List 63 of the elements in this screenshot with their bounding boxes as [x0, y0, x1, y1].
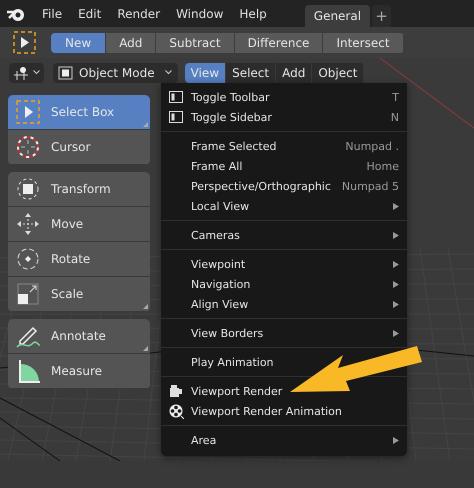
- menu-entry[interactable]: View Borders: [191, 326, 264, 340]
- rotate-icon: [15, 246, 41, 272]
- menu-item[interactable]: Render: [109, 6, 168, 20]
- panel-icon: [169, 91, 183, 103]
- menu-item[interactable]: Help: [231, 6, 275, 20]
- menu-entry[interactable]: Viewpoint: [191, 258, 246, 270]
- menu-entry[interactable]: Align View: [191, 298, 248, 310]
- caret-icon: [33, 70, 40, 75]
- scale-icon: [15, 281, 41, 307]
- shortcut-label: N: [390, 110, 399, 124]
- submenu-arrow-icon: [393, 202, 399, 210]
- camera-icon: [169, 384, 183, 398]
- menu-entry[interactable]: Local View: [191, 200, 250, 212]
- cursor-icon: [15, 134, 41, 160]
- menu-entry[interactable]: Play Animation: [191, 356, 274, 368]
- gizmo-icon: [13, 66, 29, 80]
- tool-button[interactable]: Transform: [8, 172, 150, 207]
- menu-entry[interactable]: Perspective/Orthographic: [191, 180, 331, 192]
- tool-button[interactable]: Cursor: [8, 130, 150, 165]
- submenu-arrow-icon: [393, 436, 399, 444]
- menu-entry[interactable]: Viewport Render: [191, 384, 282, 398]
- mode-dropdown[interactable]: Object Mode: [53, 62, 178, 82]
- workspace-tab[interactable]: General: [304, 5, 370, 27]
- submenu-arrow-icon: [393, 260, 399, 268]
- move-icon: [15, 211, 41, 237]
- submenu-arrow-icon: [393, 330, 399, 336]
- tool-button[interactable]: Measure: [8, 354, 150, 389]
- add-tab-button[interactable]: +: [372, 5, 392, 27]
- select-box-icon[interactable]: [13, 31, 36, 54]
- submenu-arrow-icon: [393, 280, 399, 288]
- shortcut-label: Numpad 5: [342, 180, 399, 192]
- shortcut-label: Home: [366, 160, 399, 172]
- shortcut-label: Numpad .: [345, 140, 399, 152]
- tool-button[interactable]: Scale: [8, 277, 150, 312]
- menu-entry[interactable]: Toggle Sidebar: [191, 110, 272, 124]
- menu-entry[interactable]: Toggle Toolbar: [191, 90, 270, 104]
- submenu-arrow-icon: [393, 300, 399, 308]
- mode-button[interactable]: Add: [106, 32, 156, 52]
- gizmo-dropdown[interactable]: [9, 62, 44, 82]
- menu-entry[interactable]: Frame All: [191, 160, 242, 172]
- mode-button[interactable]: Difference: [234, 32, 324, 52]
- caret-icon: [164, 70, 172, 75]
- transform-icon: [15, 176, 41, 202]
- menu-entry[interactable]: Cameras: [191, 228, 240, 242]
- object-icon: [58, 66, 73, 80]
- submenu-arrow-icon: [393, 232, 399, 238]
- select-box-icon: [15, 99, 41, 125]
- tool-button[interactable]: Rotate: [8, 242, 150, 277]
- film-reel-icon: [169, 404, 184, 418]
- menu-item[interactable]: File: [34, 6, 70, 20]
- menu-entry[interactable]: Frame Selected: [191, 140, 276, 152]
- menu-item[interactable]: Edit: [70, 6, 110, 20]
- mode-label: Object Mode: [79, 66, 155, 80]
- tool-button[interactable]: Annotate: [8, 319, 150, 354]
- panel-icon: [169, 111, 183, 123]
- tool-button[interactable]: Move: [8, 207, 150, 242]
- mode-button[interactable]: Intersect: [323, 32, 404, 52]
- menu-entry[interactable]: Viewport Render Animation: [191, 404, 342, 418]
- menu-entry[interactable]: Navigation: [191, 278, 250, 290]
- menu-entry[interactable]: Area: [191, 434, 216, 446]
- mode-button[interactable]: Subtract: [156, 32, 235, 52]
- menu-item[interactable]: Window: [168, 6, 232, 20]
- shortcut-label: T: [392, 90, 399, 104]
